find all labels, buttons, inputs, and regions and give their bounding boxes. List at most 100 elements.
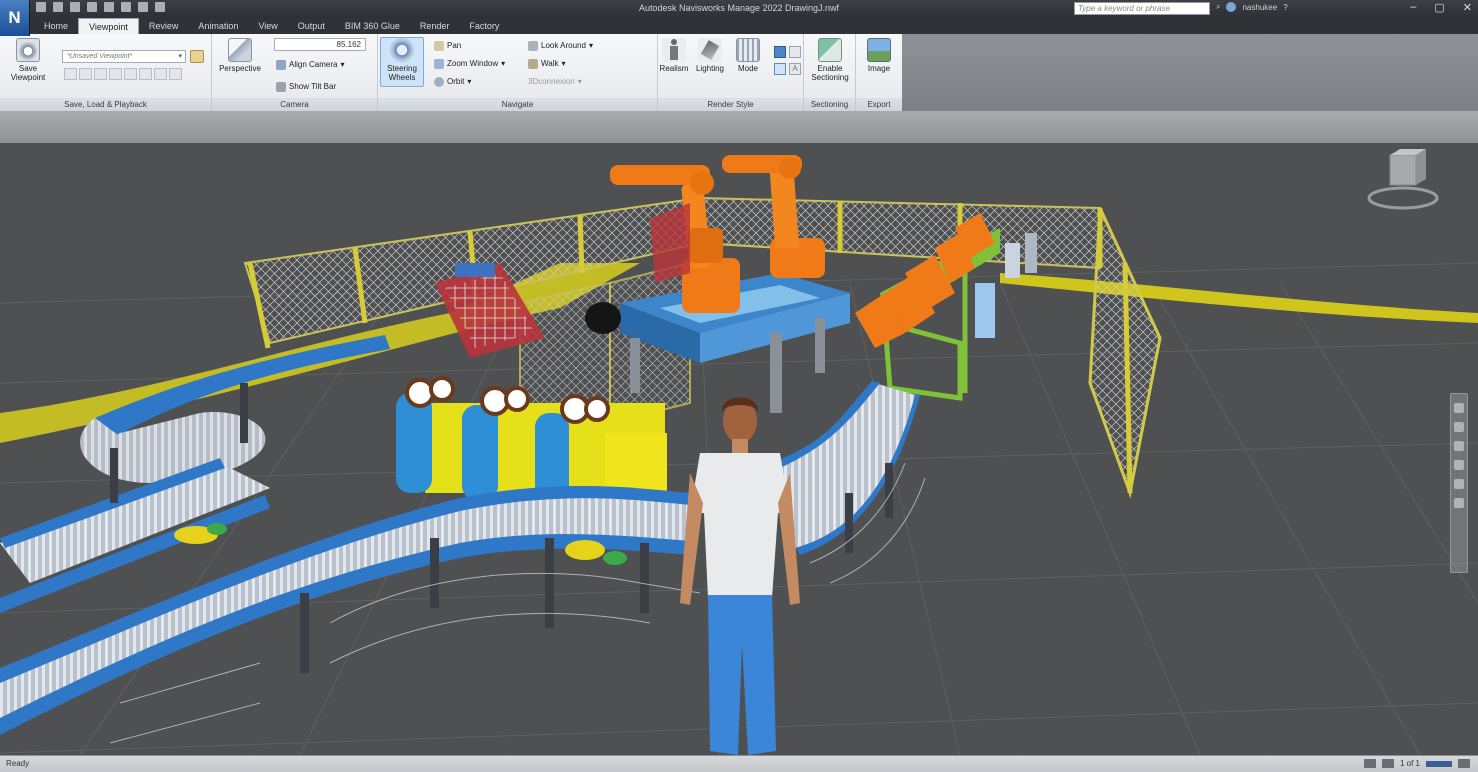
viewpoint-settings-icon[interactable]	[190, 50, 204, 63]
3dconnexion-button[interactable]: 3Dconnexion ▾	[528, 76, 582, 88]
tab-view[interactable]: View	[248, 18, 287, 34]
look-around-button[interactable]: Look Around ▾	[528, 40, 593, 52]
zoom-nav-icon[interactable]	[1454, 441, 1464, 451]
show-tilt-bar-label: Show Tilt Bar	[289, 82, 337, 91]
panel-title-camera[interactable]: Camera	[212, 98, 377, 111]
lines-icon[interactable]	[789, 46, 801, 58]
enable-sectioning-label: Enable Sectioning	[811, 64, 849, 82]
viewport-header-band	[0, 111, 1478, 143]
surfaces-icon[interactable]	[774, 46, 786, 58]
minimize-icon[interactable]: –	[1410, 1, 1416, 14]
perspective-label: Perspective	[219, 64, 261, 73]
prev-sheet-icon[interactable]	[1381, 759, 1394, 768]
orbit-icon	[434, 77, 444, 87]
image-export-button[interactable]: Image	[857, 38, 901, 73]
user-icon[interactable]	[1226, 2, 1237, 12]
step-forward-icon[interactable]	[154, 68, 167, 80]
steering-wheels-button[interactable]: Steering Wheels	[380, 37, 424, 87]
tab-output[interactable]: Output	[288, 18, 335, 34]
enable-sectioning-button[interactable]: Enable Sectioning	[808, 38, 852, 82]
tab-home[interactable]: Home	[34, 18, 78, 34]
tab-review[interactable]: Review	[139, 18, 189, 34]
application-menu-button[interactable]: N	[0, 0, 30, 36]
title-bar: Autodesk Navisworks Manage 2022 DrawingJ…	[0, 0, 1478, 18]
save-viewpoint-button[interactable]: Save Viewpoint	[6, 38, 50, 82]
play-icon[interactable]	[139, 68, 152, 80]
tab-viewpoint[interactable]: Viewpoint	[78, 18, 139, 34]
help-icon[interactable]: ?	[1283, 3, 1287, 12]
look-nav-icon[interactable]	[1454, 479, 1464, 489]
panel-sectioning: Enable Sectioning Sectioning	[804, 34, 856, 111]
panel-title-export: Export	[856, 98, 902, 111]
panel-title-save-load[interactable]: Save, Load & Playback	[0, 98, 211, 111]
walk-nav-icon[interactable]	[1454, 498, 1464, 508]
window-controls: – ▢ ✕	[1410, 1, 1472, 14]
status-text: Ready	[6, 759, 30, 768]
3d-viewport[interactable]	[0, 143, 1478, 755]
walk-icon	[528, 59, 538, 69]
sheet-nav-icon[interactable]	[1363, 759, 1376, 768]
walk-label: Walk	[541, 59, 559, 68]
stop-icon[interactable]	[124, 68, 137, 80]
playback-controls	[64, 68, 182, 80]
points-icon[interactable]	[774, 63, 786, 75]
tab-factory[interactable]: Factory	[459, 18, 509, 34]
person-icon	[662, 38, 686, 62]
panel-title-navigate[interactable]: Navigate	[378, 98, 657, 111]
panel-navigate: Steering Wheels Pan Zoom Window ▾ Orbit …	[378, 34, 658, 111]
text-icon[interactable]: A	[789, 63, 801, 75]
tire	[585, 302, 621, 334]
section-plane-icon	[818, 38, 842, 62]
3dconnexion-label: 3Dconnexion	[528, 77, 575, 86]
performance-icon[interactable]	[1458, 759, 1470, 768]
pause-icon[interactable]	[109, 68, 122, 80]
tab-render[interactable]: Render	[410, 18, 460, 34]
user-name[interactable]: nashukee	[1242, 3, 1277, 12]
picture-icon	[867, 38, 891, 62]
align-camera-button[interactable]: Align Camera ▾	[276, 59, 344, 71]
last-frame-icon[interactable]	[169, 68, 182, 80]
step-back-icon[interactable]	[79, 68, 92, 80]
search-input[interactable]: Type a keyword or phrase	[1074, 2, 1210, 15]
mode-button[interactable]: Mode	[726, 38, 770, 73]
close-icon[interactable]: ✕	[1463, 1, 1472, 14]
mode-label: Mode	[737, 64, 758, 73]
look-around-label: Look Around	[541, 41, 586, 50]
flashlight-icon	[698, 38, 722, 62]
render-mode-icon	[736, 38, 760, 62]
ribbon: Save Viewpoint *Unsaved Viewpoint* Save,…	[0, 34, 902, 111]
pan-button[interactable]: Pan	[434, 40, 461, 52]
eye-icon	[528, 41, 538, 51]
hand-icon	[434, 41, 444, 51]
steering-wheel-nav-icon[interactable]	[1454, 403, 1464, 413]
walk-button[interactable]: Walk ▾	[528, 58, 566, 70]
zoom-window-button[interactable]: Zoom Window ▾	[434, 58, 505, 70]
binoculars-icon[interactable]: ⌕	[1216, 2, 1220, 12]
perspective-button[interactable]: Perspective	[218, 38, 262, 73]
play-reverse-icon[interactable]	[94, 68, 107, 80]
zoom-icon	[434, 59, 444, 69]
panel-camera: Perspective 85.162 Align Camera ▾ Show T…	[212, 34, 378, 111]
maximize-icon[interactable]: ▢	[1434, 1, 1444, 14]
ribbon-empty-area	[902, 34, 1478, 111]
tilt-bar-icon	[276, 82, 286, 92]
zoom-window-label: Zoom Window	[447, 59, 499, 68]
panel-save-load-playback: Save Viewpoint *Unsaved Viewpoint* Save,…	[0, 34, 212, 111]
steering-wheel-icon	[390, 38, 414, 62]
status-bar: Ready 1 of 1	[0, 755, 1478, 772]
fov-input[interactable]: 85.162	[274, 38, 366, 51]
orbit-button[interactable]: Orbit ▾	[434, 76, 471, 88]
steering-wheels-label: Steering Wheels	[387, 64, 417, 82]
first-frame-icon[interactable]	[64, 68, 77, 80]
save-viewpoint-label: Save Viewpoint	[10, 64, 46, 82]
navisworks-window: Autodesk Navisworks Manage 2022 DrawingJ…	[0, 0, 1478, 772]
viewpoint-select[interactable]: *Unsaved Viewpoint*	[62, 50, 186, 63]
show-tilt-bar-button[interactable]: Show Tilt Bar	[276, 81, 336, 93]
tab-bim-360-glue[interactable]: BIM 360 Glue	[335, 18, 410, 34]
pan-label: Pan	[447, 41, 462, 50]
tab-animation[interactable]: Animation	[188, 18, 248, 34]
orbit-nav-icon[interactable]	[1454, 460, 1464, 470]
pan-nav-icon[interactable]	[1454, 422, 1464, 432]
title-bar-tools: ⌕ nashukee ?	[1216, 2, 1288, 12]
orbit-label: Orbit	[447, 77, 465, 86]
